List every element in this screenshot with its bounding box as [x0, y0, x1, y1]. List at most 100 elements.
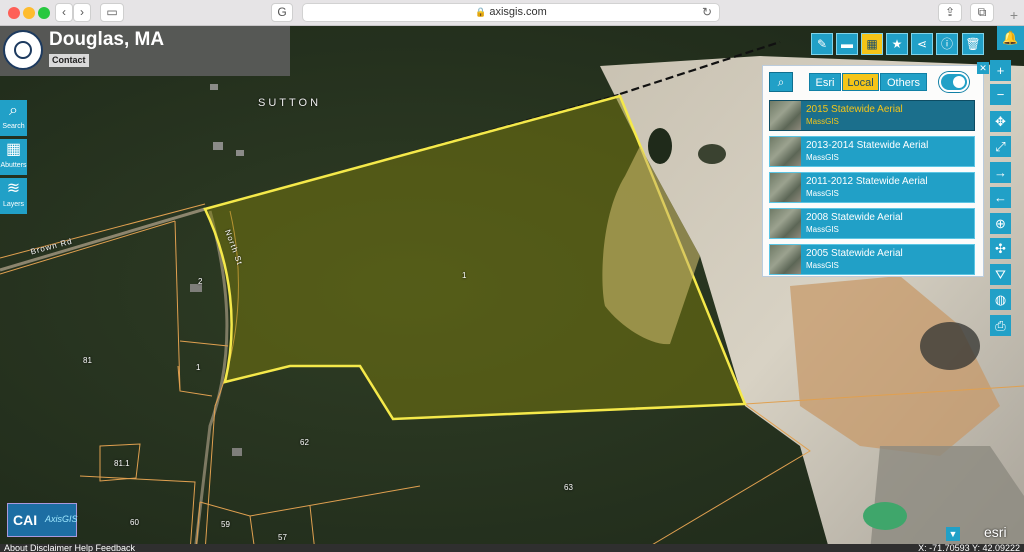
zoom-out-button[interactable]: −	[990, 84, 1011, 105]
clear-tool-button[interactable]: 🗑	[962, 33, 984, 55]
reload-icon[interactable]: ↻	[702, 4, 712, 21]
close-panel-icon[interactable]: ✕	[977, 62, 989, 74]
basemap-source: MassGIS	[806, 189, 839, 198]
zoom-rect-button[interactable]: ⊕	[990, 213, 1011, 234]
full-extent-icon: ✥	[995, 114, 1006, 129]
expand-button[interactable]: ⤢	[990, 136, 1011, 157]
zoom-out-icon: −	[996, 87, 1005, 102]
url-text: axisgis.com	[489, 6, 547, 18]
basemap-panel: ✕ ⌕ Esri Local Others 2015 Statewide Aer…	[762, 62, 989, 277]
basemap-source: MassGIS	[806, 261, 839, 270]
new-tab-icon[interactable]: +	[1010, 7, 1018, 23]
measure-tool-button[interactable]: ▬	[836, 33, 858, 55]
search-icon: ⌕	[9, 102, 18, 119]
notifications-bell-icon[interactable]: 🔔	[997, 26, 1024, 50]
contact-button[interactable]: Contact	[49, 54, 89, 67]
browser-toolbar: ‹ › ▭ G 🔒 axisgis.com ↻ ⇪ ⧉ +	[0, 0, 1024, 26]
info-tool-button[interactable]: ⓘ	[936, 33, 958, 55]
minimize-window-button[interactable]	[23, 7, 35, 19]
basemap-thumbnail	[770, 209, 801, 238]
expand-icon: ⤢	[995, 139, 1006, 154]
basemap-title: 2008 Statewide Aerial	[806, 212, 903, 223]
previous-extent-button[interactable]: ←	[990, 187, 1011, 208]
basemap-thumbnail	[770, 137, 801, 166]
forward-nav-button[interactable]: ›	[73, 3, 91, 22]
basemap-search-button[interactable]: ⌕	[769, 72, 793, 92]
status-bar	[0, 544, 1024, 552]
basemap-title: 2005 Statewide Aerial	[806, 248, 903, 259]
basemap-item[interactable]: 2013-2014 Statewide Aerial MassGIS	[769, 136, 975, 167]
globe-button[interactable]: ◍	[990, 289, 1011, 310]
full-extent-button[interactable]: ✥	[990, 111, 1011, 132]
abutters-tool-button[interactable]: ▦ Abutters	[0, 139, 27, 175]
search-icon: ⌕	[777, 75, 785, 89]
tabs-overview-icon[interactable]: ⧉	[970, 3, 994, 22]
parcel-label[interactable]: 62	[300, 438, 309, 447]
coordinate-readout: X: -71.70593 Y: 42.09222	[918, 543, 1020, 552]
print-button[interactable]: ⎙	[990, 315, 1011, 336]
zoom-in-button[interactable]: +	[990, 60, 1011, 81]
town-seal-logo	[3, 30, 43, 70]
address-bar[interactable]: 🔒 axisgis.com ↻	[302, 3, 720, 22]
search-tool-label: Search	[2, 123, 25, 130]
parcel-label[interactable]: 59	[221, 520, 230, 529]
sidebar-toggle-icon[interactable]: ▭	[100, 3, 124, 22]
print-icon: ⎙	[995, 318, 1006, 333]
parcel-label[interactable]: 81.1	[114, 459, 130, 468]
basemap-item[interactable]: 2015 Statewide Aerial MassGIS	[769, 100, 975, 131]
zoom-rect-icon: ⊕	[995, 216, 1006, 231]
layers-tool-button[interactable]: ≋ Layers	[0, 178, 27, 214]
tab-local[interactable]: Local	[842, 73, 879, 91]
zoom-in-icon: +	[996, 63, 1005, 78]
back-nav-button[interactable]: ‹	[55, 3, 73, 22]
street-view-button[interactable]: ⛛	[990, 264, 1011, 285]
search-tool-button[interactable]: ⌕ Search	[0, 100, 27, 136]
lock-icon: 🔒	[475, 7, 487, 17]
info-icon: ⓘ	[940, 37, 953, 51]
basemap-source: MassGIS	[806, 225, 839, 234]
tab-others[interactable]: Others	[880, 73, 927, 91]
footer-links[interactable]: About Disclaimer Help Feedback	[4, 543, 135, 552]
basemap-thumbnail	[770, 245, 801, 274]
basemap-tool-button[interactable]: ▦	[861, 33, 883, 55]
share-tool-button[interactable]: ⋖	[911, 33, 933, 55]
close-window-button[interactable]	[8, 7, 20, 19]
esri-logo: esri	[984, 524, 1007, 540]
star-icon: ★	[891, 37, 903, 51]
basemap-visibility-toggle[interactable]	[939, 72, 969, 92]
caiaxisgis-logo[interactable]: CAI AxisGIS	[7, 503, 78, 537]
pencil-icon: ✎	[816, 37, 828, 51]
layers-tool-label: Layers	[2, 201, 24, 208]
parcel-label[interactable]: 63	[564, 483, 573, 492]
tab-esri[interactable]: Esri	[809, 73, 841, 91]
basemap-thumbnail	[770, 101, 801, 130]
share-icon: ⋖	[916, 37, 928, 51]
basemap-title: 2013-2014 Statewide Aerial	[806, 140, 929, 151]
road-icon: ⛛	[995, 267, 1006, 282]
town-title: Douglas, MA	[49, 29, 165, 50]
basemap-item[interactable]: 2011-2012 Statewide Aerial MassGIS	[769, 172, 975, 203]
next-extent-button[interactable]: →	[990, 162, 1011, 183]
parcel-label[interactable]: 81	[83, 356, 92, 365]
basemap-item[interactable]: 2008 Statewide Aerial MassGIS	[769, 208, 975, 239]
pan-button[interactable]: ✣	[990, 238, 1011, 259]
zoom-window-button[interactable]	[38, 7, 50, 19]
share-browser-icon[interactable]: ⇪	[938, 3, 962, 22]
parcel-label[interactable]: 57	[278, 533, 287, 542]
map-canvas[interactable]: SUTTON Brown Rd North St 1 2 1 81 81.1 6…	[0, 26, 1024, 552]
basemap-item[interactable]: 2005 Statewide Aerial MassGIS	[769, 244, 975, 275]
parcel-label[interactable]: 60	[130, 518, 139, 527]
parcel-label[interactable]: 1	[196, 363, 200, 372]
parcel-label[interactable]: 2	[198, 277, 202, 286]
google-icon[interactable]: G	[271, 3, 293, 22]
trash-icon: 🗑	[965, 37, 981, 51]
forward-icon: →	[994, 165, 1007, 180]
town-header: Douglas, MA Contact	[0, 26, 290, 76]
grid-icon: ▦	[5, 141, 22, 158]
town-label-sutton: SUTTON	[258, 97, 322, 109]
parcel-label[interactable]: 1	[462, 271, 466, 280]
chevron-down-icon[interactable]: ▼	[946, 527, 960, 541]
favorites-tool-button[interactable]: ★	[886, 33, 908, 55]
draw-tool-button[interactable]: ✎	[811, 33, 833, 55]
basemap-grid-icon: ▦	[866, 37, 878, 51]
